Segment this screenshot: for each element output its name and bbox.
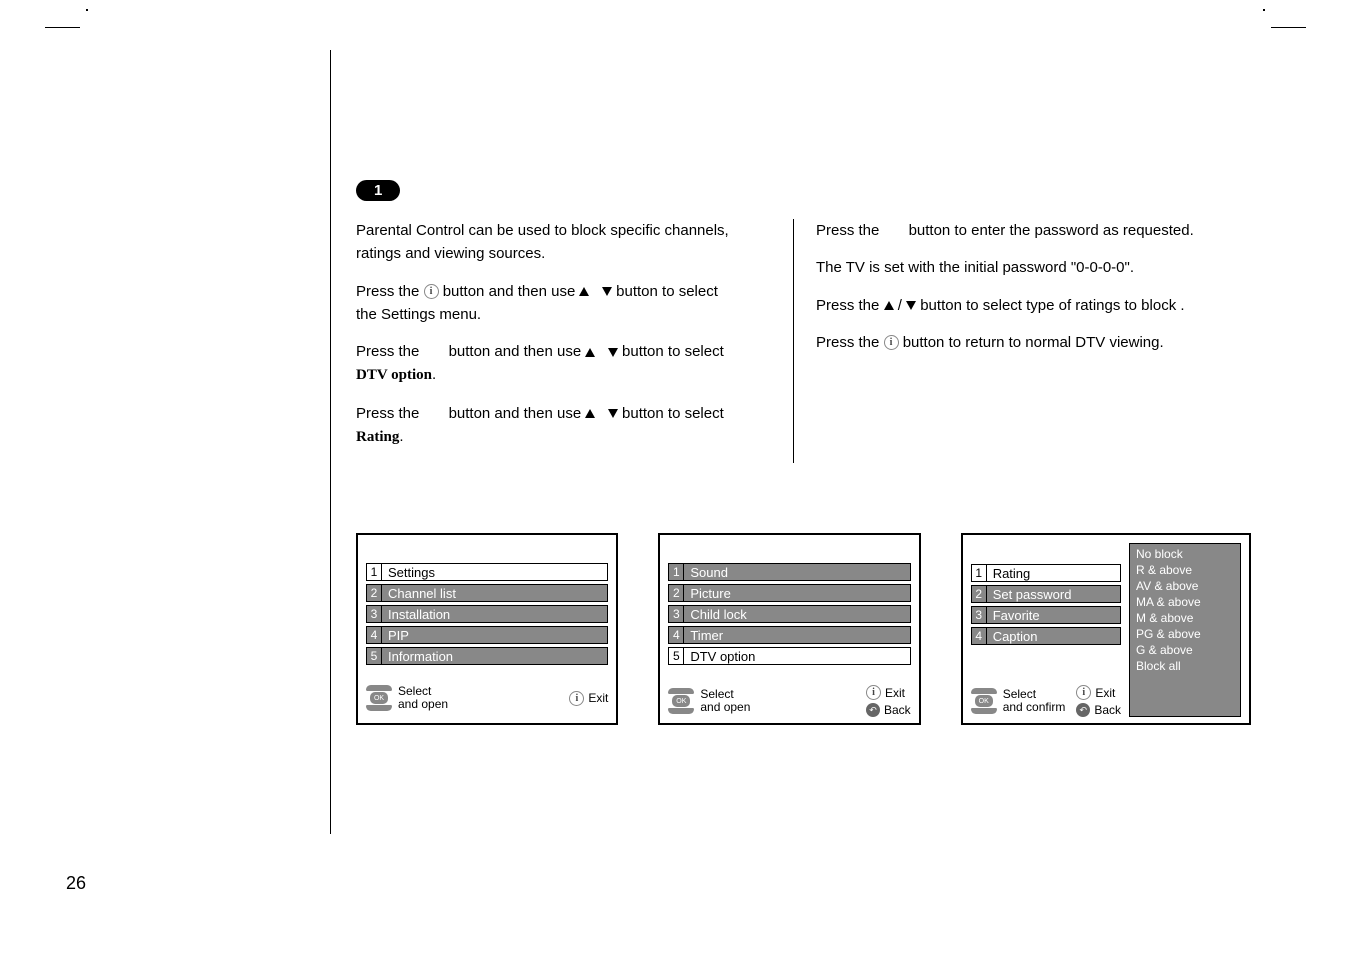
footer-select: Selectand open xyxy=(700,688,750,714)
down-icon xyxy=(906,301,916,310)
ok-pad-icon: OK xyxy=(366,685,392,711)
footer-select: Selectand open xyxy=(398,685,448,711)
para-select-type: Press the / button to select type of rat… xyxy=(816,294,1231,317)
footer-exit: Exit xyxy=(885,686,905,700)
menu-item-sound[interactable]: 1Sound xyxy=(668,563,910,581)
down-icon xyxy=(608,348,618,357)
para-rating: Press the button and then use button to … xyxy=(356,402,771,450)
menu-item-information[interactable]: 5Information xyxy=(366,647,608,665)
up-icon xyxy=(884,301,894,310)
menu-item-pip[interactable]: 4PIP xyxy=(366,626,608,644)
para-initial: The TV is set with the initial password … xyxy=(816,256,1231,279)
rating-opt-ma[interactable]: MA & above xyxy=(1136,594,1234,610)
para-settings: Press the i button and then use button t… xyxy=(356,280,771,327)
para-dtv: Press the button and then use button to … xyxy=(356,340,771,388)
down-icon xyxy=(602,287,612,296)
para-intro: Parental Control can be used to block sp… xyxy=(356,219,771,266)
menu-item-settings[interactable]: 1Settings xyxy=(366,563,608,581)
menu-item-picture[interactable]: 2Picture xyxy=(668,584,910,602)
up-icon xyxy=(585,348,595,357)
rating-opt-pg[interactable]: PG & above xyxy=(1136,626,1234,642)
rating-opt-r[interactable]: R & above xyxy=(1136,562,1234,578)
rating-opt-av[interactable]: AV & above xyxy=(1136,578,1234,594)
up-icon xyxy=(585,409,595,418)
menu-item-installation[interactable]: 3Installation xyxy=(366,605,608,623)
content-area: 1 Parental Control can be used to block … xyxy=(330,50,1251,834)
right-column: Press the button to enter the password a… xyxy=(794,219,1251,463)
rating-opt-g[interactable]: G & above xyxy=(1136,642,1234,658)
info-icon: i xyxy=(1076,685,1091,700)
step-header: 1 xyxy=(356,180,1251,201)
down-icon xyxy=(608,409,618,418)
para-password: Press the button to enter the password a… xyxy=(816,219,1231,242)
rating-side-panel: No block R & above AV & above MA & above… xyxy=(1129,543,1241,717)
back-icon: ↶ xyxy=(866,703,880,717)
info-icon: i xyxy=(569,691,584,706)
footer-exit: Exit xyxy=(1095,686,1115,700)
footer-back: Back xyxy=(1094,703,1121,717)
menu-dtv-option: 1Rating 2Set password 3Favorite 4Caption… xyxy=(961,533,1251,725)
back-icon: ↶ xyxy=(1076,703,1090,717)
menu-settings: 1Sound 2Picture 3Child lock 4Timer 5DTV … xyxy=(658,533,920,725)
menu-item-channel-list[interactable]: 2Channel list xyxy=(366,584,608,602)
left-column: Parental Control can be used to block sp… xyxy=(356,219,794,463)
step-badge: 1 xyxy=(356,180,400,201)
menu-item-rating[interactable]: 1Rating xyxy=(971,564,1121,582)
info-icon: i xyxy=(424,284,439,299)
menu-item-favorite[interactable]: 3Favorite xyxy=(971,606,1121,624)
info-icon: i xyxy=(866,685,881,700)
para-return: Press the i button to return to normal D… xyxy=(816,331,1231,354)
menu-item-set-password[interactable]: 2Set password xyxy=(971,585,1121,603)
menu-item-timer[interactable]: 4Timer xyxy=(668,626,910,644)
footer-exit: Exit xyxy=(588,691,608,705)
rating-opt-no-block[interactable]: No block xyxy=(1136,546,1234,562)
rating-opt-m[interactable]: M & above xyxy=(1136,610,1234,626)
menu-item-child-lock[interactable]: 3Child lock xyxy=(668,605,910,623)
ok-pad-icon: OK xyxy=(668,688,694,714)
up-icon xyxy=(579,287,589,296)
footer-select: Selectand confirm xyxy=(1003,688,1066,714)
info-icon: i xyxy=(884,335,899,350)
menu-item-caption[interactable]: 4Caption xyxy=(971,627,1121,645)
menu-item-dtv-option[interactable]: 5DTV option xyxy=(668,647,910,665)
page-number: 26 xyxy=(66,873,86,894)
ok-pad-icon: OK xyxy=(971,688,997,714)
rating-opt-block-all[interactable]: Block all xyxy=(1136,658,1234,674)
menu-main: 1Settings 2Channel list 3Installation 4P… xyxy=(356,533,618,725)
menu-row: 1Settings 2Channel list 3Installation 4P… xyxy=(356,533,1251,725)
footer-back: Back xyxy=(884,703,911,717)
